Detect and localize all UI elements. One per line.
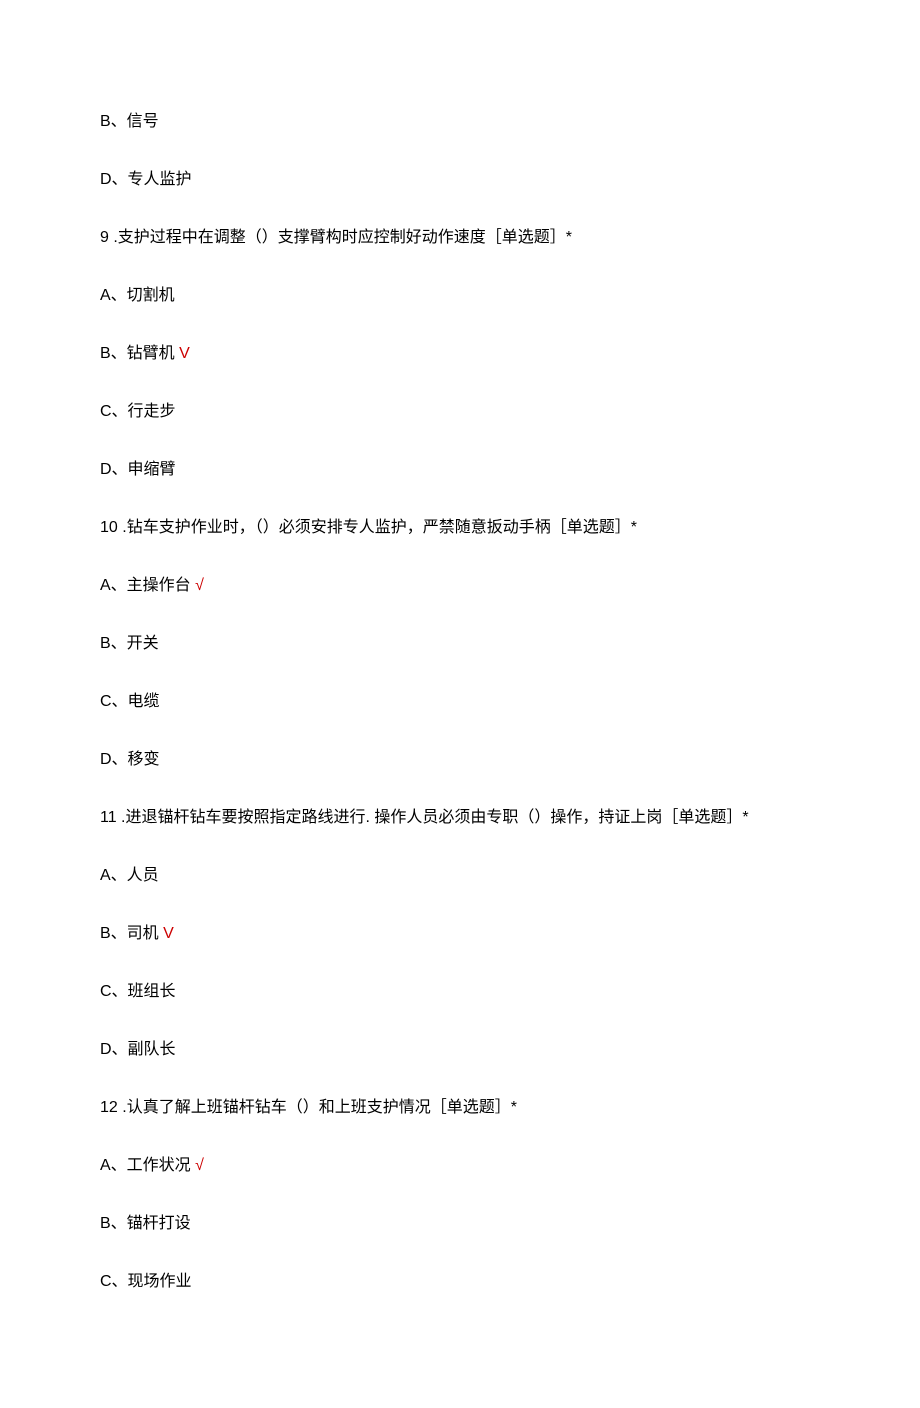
- q10-option-d: D、移变: [100, 748, 820, 772]
- document-page: B、信号 D、专人监护 9 .支护过程中在调整（）支撑臂构时应控制好动作速度［单…: [0, 0, 920, 1408]
- option-text: B、司机: [100, 925, 159, 942]
- q9-option-c: C、行走步: [100, 400, 820, 424]
- check-mark-icon: √: [191, 1157, 204, 1174]
- option-text: A、切割机: [100, 287, 175, 304]
- option-text: D、专人监护: [100, 171, 192, 188]
- q11-option-b: B、司机 V: [100, 922, 820, 946]
- option-text: C、电缆: [100, 693, 160, 710]
- q12-stem: 12 .认真了解上班锚杆钻车（）和上班支护情况［单选题］*: [100, 1096, 820, 1120]
- q11-option-d: D、副队长: [100, 1038, 820, 1062]
- q11-option-a: A、人员: [100, 864, 820, 888]
- question-text: 9 .支护过程中在调整（）支撑臂构时应控制好动作速度［单选题］*: [100, 229, 572, 246]
- q9-option-a: A、切割机: [100, 284, 820, 308]
- check-mark-icon: V: [175, 345, 190, 362]
- q8-option-d: D、专人监护: [100, 168, 820, 192]
- q9-option-d: D、申缩臂: [100, 458, 820, 482]
- q10-option-a: A、主操作台 √: [100, 574, 820, 598]
- q12-option-a: A、工作状况 √: [100, 1154, 820, 1178]
- q11-option-c: C、班组长: [100, 980, 820, 1004]
- option-text: D、副队长: [100, 1041, 176, 1058]
- option-text: B、开关: [100, 635, 159, 652]
- q10-option-c: C、电缆: [100, 690, 820, 714]
- option-text: C、班组长: [100, 983, 176, 1000]
- q12-option-c: C、现场作业: [100, 1270, 820, 1294]
- option-text: C、现场作业: [100, 1273, 192, 1290]
- q9-stem: 9 .支护过程中在调整（）支撑臂构时应控制好动作速度［单选题］*: [100, 226, 820, 250]
- option-text: D、申缩臂: [100, 461, 176, 478]
- check-mark-icon: V: [159, 925, 174, 942]
- option-text: A、主操作台: [100, 577, 191, 594]
- question-text: 10 .钻车支护作业时，（）必须安排专人监护，严禁随意扳动手柄［单选题］*: [100, 519, 637, 536]
- q11-stem: 11 .进退锚杆钻车要按照指定路线进行. 操作人员必须由专职（）操作，持证上岗［…: [100, 806, 820, 830]
- q12-option-b: B、锚杆打设: [100, 1212, 820, 1236]
- q10-stem: 10 .钻车支护作业时，（）必须安排专人监护，严禁随意扳动手柄［单选题］*: [100, 516, 820, 540]
- option-text: B、信号: [100, 113, 159, 130]
- option-text: B、锚杆打设: [100, 1215, 191, 1232]
- q8-option-b: B、信号: [100, 110, 820, 134]
- option-text: A、工作状况: [100, 1157, 191, 1174]
- question-text: 12 .认真了解上班锚杆钻车（）和上班支护情况［单选题］*: [100, 1099, 517, 1116]
- option-text: D、移变: [100, 751, 160, 768]
- question-text: 11 .进退锚杆钻车要按照指定路线进行. 操作人员必须由专职（）操作，持证上岗［…: [100, 809, 749, 826]
- option-text: A、人员: [100, 867, 159, 884]
- option-text: B、钻臂机: [100, 345, 175, 362]
- check-mark-icon: √: [191, 577, 204, 594]
- q10-option-b: B、开关: [100, 632, 820, 656]
- q9-option-b: B、钻臂机 V: [100, 342, 820, 366]
- option-text: C、行走步: [100, 403, 176, 420]
